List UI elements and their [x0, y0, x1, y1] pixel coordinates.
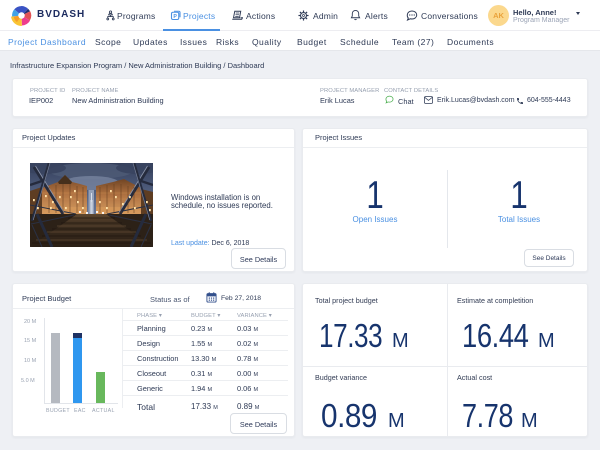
svg-text:P: P	[173, 14, 177, 20]
